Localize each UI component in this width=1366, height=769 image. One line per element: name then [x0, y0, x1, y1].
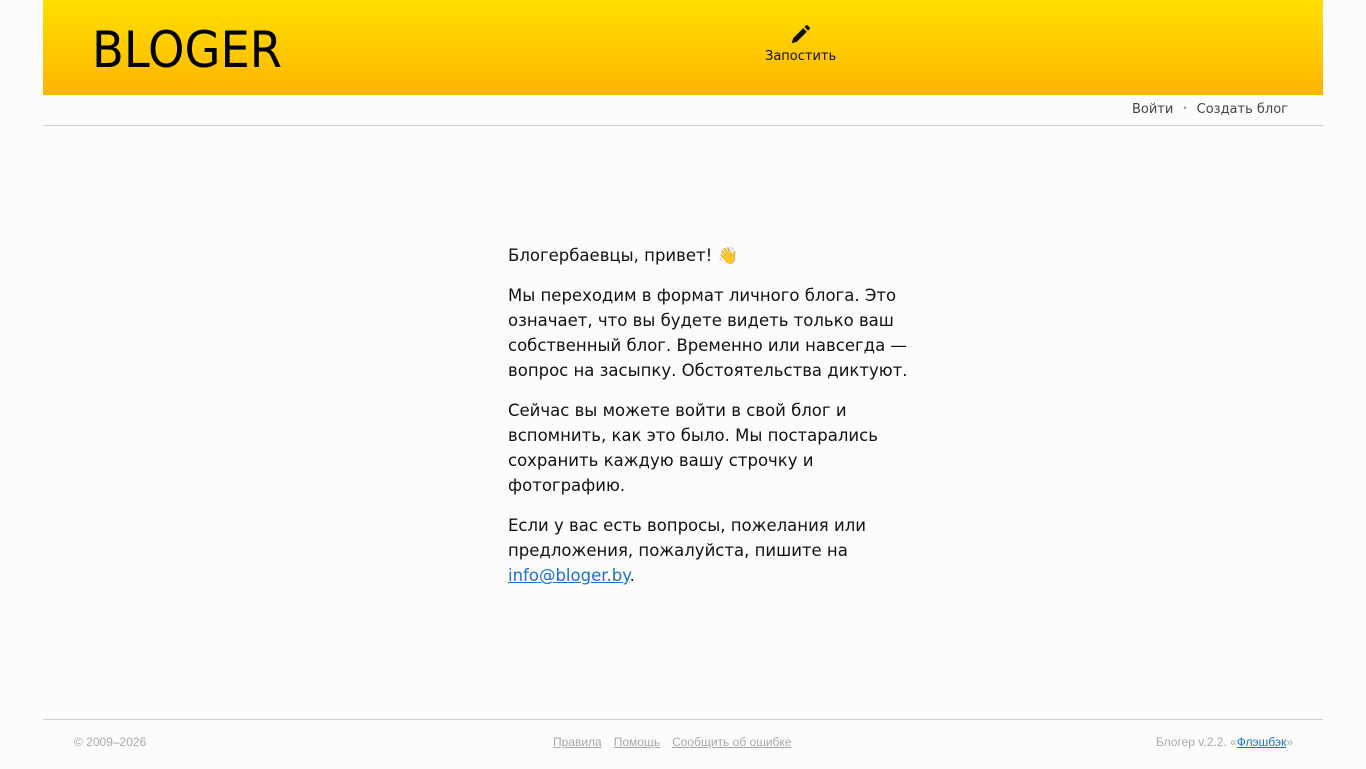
waving-hand-icon: 👋	[717, 246, 739, 265]
announcement: Блогербаевцы, привет! 👋 Мы переходим в ф…	[508, 243, 918, 603]
email-link[interactable]: info@bloger.by	[508, 566, 630, 585]
create-blog-link[interactable]: Создать блог	[1197, 102, 1288, 117]
nav-separator: •	[1182, 104, 1188, 114]
greeting: Блогербаевцы, привет! 👋	[508, 246, 739, 265]
footer-links: Правила Помощь Сообщить об ошибке	[553, 735, 803, 749]
footer: © 2009–2026 Правила Помощь Сообщить об оши…	[43, 719, 1323, 769]
flashback-link[interactable]: Флэшбэк	[1237, 735, 1287, 749]
post-button[interactable]: Запостить	[765, 24, 837, 72]
version-info: Блогер v.2.2. «Флэшбэк»	[1155, 735, 1293, 749]
top-nav: Войти • Создать блог	[43, 95, 1323, 126]
login-link[interactable]: Войти	[1132, 102, 1173, 117]
post-label: Запостить	[765, 49, 837, 64]
rules-link[interactable]: Правила	[553, 735, 602, 749]
pencil-icon	[791, 24, 811, 44]
bloger-logo[interactable]: BLOGER	[92, 21, 284, 79]
report-bug-link[interactable]: Сообщить об ошибке	[672, 735, 791, 749]
header: BLOGER Запостить	[43, 0, 1323, 95]
help-link[interactable]: Помощь	[614, 735, 660, 749]
svg-text:BLOGER: BLOGER	[92, 22, 282, 76]
copyright: © 2009–2026	[74, 735, 147, 749]
paragraph-format-change: Мы переходим в формат личного блога. Это…	[508, 286, 908, 380]
paragraph-contact: Если у вас есть вопросы, пожелания или п…	[508, 516, 866, 585]
page: BLOGER Запостить Войти • Создать блог Блог…	[43, 0, 1323, 768]
paragraph-login-info: Сейчас вы можете войти в свой блог и всп…	[508, 401, 878, 495]
